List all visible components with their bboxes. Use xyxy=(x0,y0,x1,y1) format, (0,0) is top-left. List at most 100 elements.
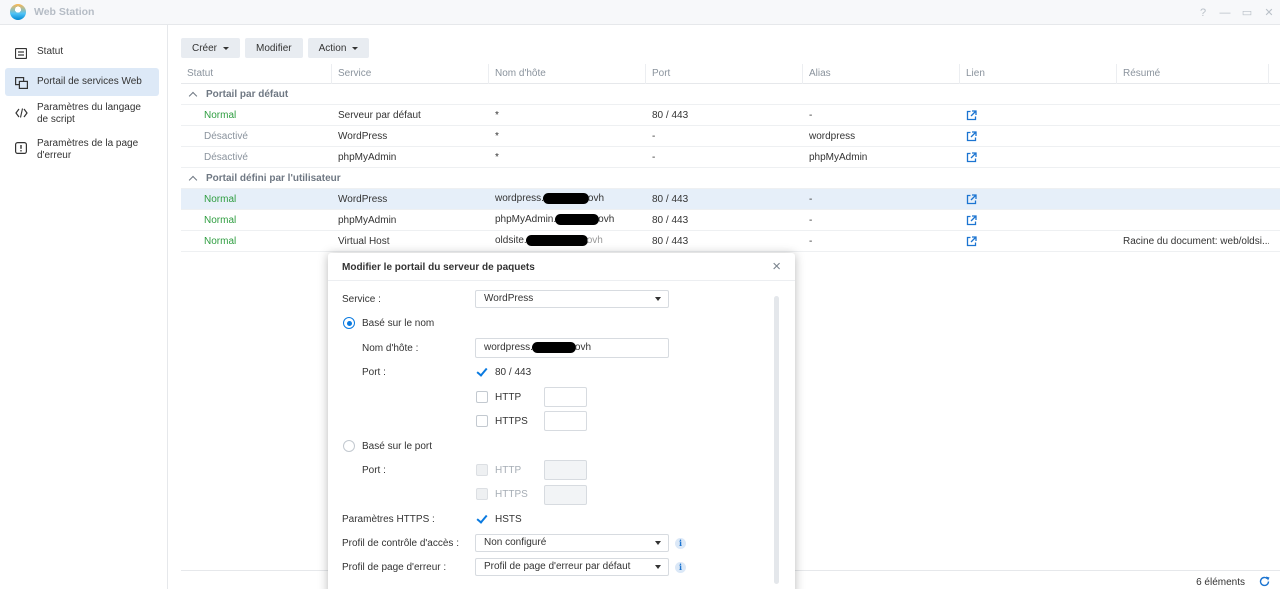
portal-table: Statut Service Nom d'hôte Port Alias Lie… xyxy=(181,63,1280,252)
redaction-mark xyxy=(525,235,588,247)
table-row[interactable]: Normal WordPress wordpress. ovh 80 / 443 … xyxy=(181,189,1280,210)
access-profile-label: Profil de contrôle d'accès : xyxy=(342,538,459,549)
external-link-icon[interactable] xyxy=(966,109,977,121)
external-link-icon[interactable] xyxy=(966,235,977,247)
hostname-suffix: ovh xyxy=(587,193,605,205)
table-row[interactable]: Normal phpMyAdmin phpMyAdmin. ovh 80 / 44… xyxy=(181,210,1280,231)
web-station-logo-icon xyxy=(10,4,26,20)
status-cell: Normal xyxy=(204,109,237,121)
redaction-mark xyxy=(531,341,576,353)
access-profile-select[interactable]: Non configuré xyxy=(475,534,669,552)
chevron-up-icon[interactable] xyxy=(188,175,198,184)
external-link-icon[interactable] xyxy=(966,214,977,226)
table-row[interactable]: Désactivé WordPress * - wordpress xyxy=(181,126,1280,147)
http-port-input[interactable] xyxy=(544,387,587,407)
hsts-label: HSTS xyxy=(495,514,522,525)
redaction-mark xyxy=(555,214,600,226)
redaction-mark xyxy=(542,193,589,205)
table-row[interactable]: Normal Serveur par défaut * 80 / 443 - xyxy=(181,105,1280,126)
https-checkbox-disabled xyxy=(476,488,488,500)
port-cell: 80 / 443 xyxy=(652,193,689,205)
hsts-checkbox[interactable] xyxy=(476,513,488,525)
close-icon[interactable]: × xyxy=(772,259,781,274)
maximize-icon[interactable]: ▭ xyxy=(1236,6,1258,19)
help-icon[interactable]: ? xyxy=(1192,7,1214,19)
hostname-prefix: wordpress. xyxy=(495,193,544,205)
dialog-header: Modifier le portail du serveur de paquet… xyxy=(328,253,795,281)
service-label: Service : xyxy=(342,294,381,305)
sidebar-item-portail[interactable]: Portail de services Web xyxy=(5,68,159,96)
close-window-icon[interactable]: ✕ xyxy=(1258,6,1280,19)
sidebar-item-label: Portail de services Web xyxy=(37,76,142,87)
service-cell: phpMyAdmin xyxy=(338,151,397,163)
external-link-icon[interactable] xyxy=(966,193,977,205)
title-bar: Web Station ? — ▭ ✕ xyxy=(0,0,1280,25)
create-button-label: Créer xyxy=(192,42,218,54)
port-cell: 80 / 443 xyxy=(652,109,689,121)
sidebar-item-statut[interactable]: Statut xyxy=(5,38,159,66)
access-profile-value: Non configuré xyxy=(484,537,547,548)
hostname-cell: phpMyAdmin. ovh xyxy=(489,214,646,226)
sidebar-item-script-language[interactable]: Paramètres du langage de script xyxy=(5,98,159,132)
link-cell xyxy=(960,235,1117,247)
column-header-resume[interactable]: Résumé xyxy=(1117,63,1269,84)
sidebar: Statut Portail de services Web Paramètre… xyxy=(0,25,168,589)
column-header-statut[interactable]: Statut xyxy=(181,63,332,84)
port-80-443-checkbox[interactable] xyxy=(476,366,488,378)
status-cell: Normal xyxy=(204,193,237,205)
chevron-down-icon xyxy=(655,565,661,569)
sidebar-item-error-page[interactable]: Paramètres de la page d'erreur xyxy=(5,134,159,168)
error-profile-select[interactable]: Profil de page d'erreur par défaut xyxy=(475,558,669,576)
dialog-scrollbar[interactable] xyxy=(774,296,779,584)
group-label: Portail par défaut xyxy=(206,88,289,100)
https-port-input[interactable] xyxy=(544,411,587,431)
info-icon[interactable]: i xyxy=(675,538,686,549)
service-cell: Virtual Host xyxy=(338,235,390,247)
info-icon[interactable]: i xyxy=(675,562,686,573)
chevron-down-icon xyxy=(352,46,359,50)
hostname-suffix: ovh xyxy=(586,235,603,247)
column-header-lien[interactable]: Lien xyxy=(960,63,1117,84)
column-header-service[interactable]: Service xyxy=(332,63,489,84)
column-header-port[interactable]: Port xyxy=(646,63,803,84)
group-row-default[interactable]: Portail par défaut xyxy=(181,84,1280,105)
chevron-up-icon[interactable] xyxy=(188,91,198,100)
http-port-input-disabled xyxy=(544,460,587,480)
chevron-down-icon xyxy=(655,541,661,545)
port-based-radio[interactable] xyxy=(343,440,355,452)
hostname-input-suffix: ovh xyxy=(574,342,592,353)
modify-button-label: Modifier xyxy=(256,42,292,54)
http-label: HTTP xyxy=(495,392,522,403)
action-button[interactable]: Action xyxy=(307,38,370,58)
table-row[interactable]: Normal Virtual Host oldsite. ovh 80 / 443… xyxy=(181,231,1280,252)
column-header-alias[interactable]: Alias xyxy=(803,63,960,84)
service-select[interactable]: WordPress xyxy=(475,290,669,308)
hostname-prefix: phpMyAdmin. xyxy=(495,214,557,226)
group-row-user-defined[interactable]: Portail défini par l'utilisateur xyxy=(181,168,1280,189)
error-profile-value: Profil de page d'erreur par défaut xyxy=(484,561,631,572)
error-profile-label: Profil de page d'erreur : xyxy=(342,562,447,573)
sidebar-item-label: Statut xyxy=(37,46,64,57)
name-based-radio[interactable] xyxy=(343,317,355,329)
http-checkbox[interactable] xyxy=(476,391,488,403)
hostname-input[interactable]: wordpress. ovh xyxy=(475,338,669,358)
https-checkbox[interactable] xyxy=(476,415,488,427)
alias-cell: - xyxy=(809,235,813,247)
service-cell: Serveur par défaut xyxy=(338,109,421,121)
table-row[interactable]: Désactivé phpMyAdmin * - phpMyAdmin xyxy=(181,147,1280,168)
refresh-icon[interactable] xyxy=(1259,576,1270,587)
hostname-suffix: ovh xyxy=(598,214,615,226)
summary-cell: Racine du document: web/oldsi... xyxy=(1123,235,1269,247)
minimize-icon[interactable]: — xyxy=(1214,7,1236,19)
external-link-icon[interactable] xyxy=(966,151,977,163)
column-header-hostname[interactable]: Nom d'hôte xyxy=(489,63,646,84)
exclamation-icon xyxy=(14,141,28,155)
port-cell: 80 / 443 xyxy=(652,214,689,226)
modify-button[interactable]: Modifier xyxy=(245,38,303,58)
create-button[interactable]: Créer xyxy=(181,38,241,58)
window-controls: ? — ▭ ✕ xyxy=(1192,0,1280,25)
hostname-cell: * xyxy=(495,130,499,142)
service-cell: phpMyAdmin xyxy=(338,214,397,226)
external-link-icon[interactable] xyxy=(966,130,977,142)
table-header: Statut Service Nom d'hôte Port Alias Lie… xyxy=(181,63,1280,84)
